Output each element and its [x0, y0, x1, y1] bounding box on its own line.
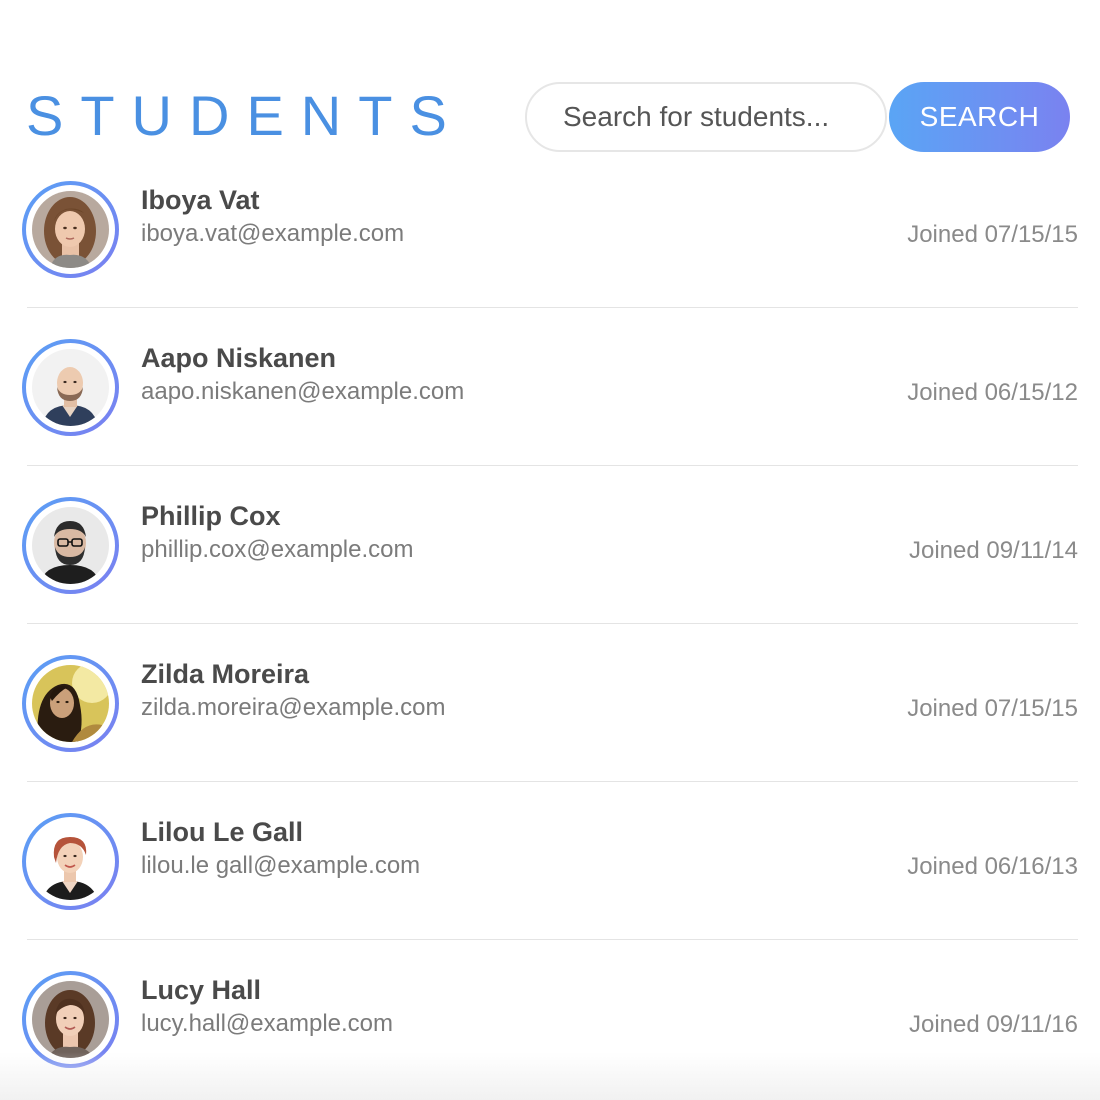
- student-name: Zilda Moreira: [141, 659, 310, 689]
- student-name: Aapo Niskanen: [141, 343, 337, 373]
- avatar: [22, 813, 119, 910]
- avatar-photo: [32, 981, 109, 1058]
- student-joined-date: Joined 06/15/12: [907, 379, 1078, 406]
- student-joined-date: Joined 07/15/15: [907, 695, 1078, 722]
- student-row[interactable]: Zilda Moreira zilda.moreira@example.com …: [0, 624, 1100, 782]
- student-row[interactable]: Lilou Le Gall lilou.le gall@example.com …: [0, 782, 1100, 940]
- avatar: [22, 181, 119, 278]
- avatar-photo: [32, 191, 109, 268]
- search-form: SEARCH: [525, 82, 1070, 152]
- page-title: STUDENTS: [26, 84, 464, 147]
- student-joined-date: Joined 06/16/13: [907, 853, 1078, 880]
- student-list: Iboya Vat iboya.vat@example.com Joined 0…: [0, 150, 1100, 1098]
- avatar-photo: [32, 823, 109, 900]
- student-email[interactable]: lilou.le gall@example.com: [141, 851, 420, 881]
- student-email[interactable]: zilda.moreira@example.com: [141, 693, 445, 723]
- student-joined-date: Joined 09/11/16: [908, 1011, 1078, 1038]
- avatar: [22, 655, 119, 752]
- student-row[interactable]: Aapo Niskanen aapo.niskanen@example.com …: [0, 308, 1100, 466]
- student-email[interactable]: lucy.hall@example.com: [141, 1009, 393, 1039]
- search-input[interactable]: [525, 82, 887, 152]
- student-row[interactable]: Lucy Hall lucy.hall@example.com Joined 0…: [0, 940, 1100, 1098]
- avatar-photo: [32, 507, 109, 584]
- student-row[interactable]: Iboya Vat iboya.vat@example.com Joined 0…: [0, 150, 1100, 308]
- student-name: Iboya Vat: [141, 185, 260, 215]
- student-name: Lilou Le Gall: [141, 817, 304, 847]
- student-email[interactable]: iboya.vat@example.com: [141, 219, 404, 249]
- avatar-photo: [32, 349, 109, 426]
- student-email[interactable]: aapo.niskanen@example.com: [141, 377, 464, 407]
- student-name: Lucy Hall: [141, 975, 262, 1005]
- search-button[interactable]: SEARCH: [889, 82, 1070, 152]
- student-joined-date: Joined 07/15/15: [907, 221, 1078, 248]
- student-row[interactable]: Phillip Cox phillip.cox@example.com Join…: [0, 466, 1100, 624]
- students-page: STUDENTS SEARCH: [0, 0, 1100, 1100]
- avatar-photo: [32, 665, 109, 742]
- student-name: Phillip Cox: [141, 501, 281, 531]
- student-joined-date: Joined 09/11/14: [908, 537, 1078, 564]
- avatar: [22, 339, 119, 436]
- avatar: [22, 497, 119, 594]
- student-email[interactable]: phillip.cox@example.com: [141, 535, 413, 565]
- avatar: [22, 971, 119, 1068]
